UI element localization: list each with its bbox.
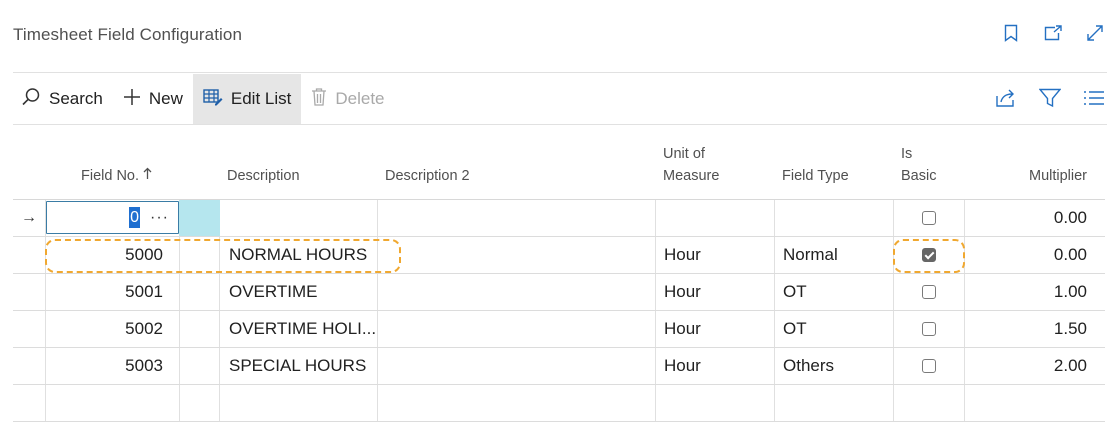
- delete-button[interactable]: Delete: [301, 74, 394, 124]
- field-no-cell[interactable]: 5002: [125, 311, 163, 347]
- table-row[interactable]: 5003 SPECIAL HOURS Hour Others 2.00: [13, 348, 1105, 385]
- column-header-field-no[interactable]: Field No.: [81, 165, 152, 187]
- table-row-new[interactable]: → 0 ··· 0.00: [13, 200, 1105, 237]
- new-button[interactable]: New: [113, 74, 193, 124]
- is-basic-checkbox[interactable]: [922, 248, 936, 262]
- multiplier-cell[interactable]: 2.00: [1054, 348, 1087, 384]
- filter-icon[interactable]: [1038, 86, 1062, 110]
- grid-header: Field No. Description Description 2 Unit…: [13, 142, 1105, 200]
- field-no-input-value: 0: [129, 207, 140, 228]
- field-no-cell[interactable]: 5001: [125, 274, 163, 310]
- multiplier-cell[interactable]: 0.00: [1054, 237, 1087, 273]
- field-type-cell[interactable]: Normal: [783, 237, 838, 273]
- delete-label: Delete: [335, 89, 385, 108]
- field-no-cell[interactable]: 5000: [125, 237, 163, 273]
- uom-cell[interactable]: Hour: [664, 348, 701, 384]
- divider: [13, 124, 1107, 125]
- table-row[interactable]: 5002 OVERTIME HOLI... Hour OT 1.50: [13, 311, 1105, 348]
- edit-list-icon: [203, 88, 223, 111]
- edit-list-label: Edit List: [230, 89, 292, 108]
- field-no-cell[interactable]: 5003: [125, 348, 163, 384]
- field-type-cell[interactable]: Others: [783, 348, 834, 384]
- multiplier-cell[interactable]: 0.00: [1054, 200, 1087, 236]
- table-row[interactable]: 5000 NORMAL HOURS Hour Normal 0.00: [13, 237, 1105, 274]
- is-basic-checkbox[interactable]: [922, 359, 936, 373]
- sort-ascending-icon: [143, 167, 152, 184]
- expand-icon[interactable]: [1084, 22, 1106, 44]
- is-basic-checkbox[interactable]: [922, 322, 936, 336]
- description-cell[interactable]: NORMAL HOURS: [229, 237, 367, 273]
- column-header-description-2[interactable]: Description 2: [385, 165, 470, 187]
- field-no-input[interactable]: 0 ···: [46, 201, 179, 234]
- column-header-description[interactable]: Description: [227, 165, 300, 187]
- search-label: Search: [49, 89, 103, 108]
- active-cell: [179, 200, 220, 236]
- table-row[interactable]: 5001 OVERTIME Hour OT 1.00: [13, 274, 1105, 311]
- header-icons: [1000, 22, 1106, 44]
- uom-cell[interactable]: Hour: [664, 274, 701, 310]
- description-cell[interactable]: OVERTIME HOLI...: [229, 311, 376, 347]
- plus-icon: [123, 88, 141, 111]
- trash-icon: [311, 87, 327, 112]
- is-basic-checkbox[interactable]: [922, 211, 936, 225]
- list-view-icon[interactable]: [1082, 86, 1106, 110]
- multiplier-cell[interactable]: 1.50: [1054, 311, 1087, 347]
- search-button[interactable]: Search: [13, 74, 113, 124]
- uom-cell[interactable]: Hour: [664, 237, 701, 273]
- column-header-field-type[interactable]: Field Type: [782, 165, 849, 187]
- lookup-ellipsis-button[interactable]: ···: [150, 202, 169, 233]
- is-basic-checkbox[interactable]: [922, 285, 936, 299]
- description-cell[interactable]: OVERTIME: [229, 274, 317, 310]
- search-icon: [21, 87, 41, 112]
- field-type-cell[interactable]: OT: [783, 274, 807, 310]
- uom-cell[interactable]: Hour: [664, 311, 701, 347]
- share-icon[interactable]: [994, 86, 1018, 110]
- description-cell[interactable]: SPECIAL HOURS: [229, 348, 366, 384]
- field-type-cell[interactable]: OT: [783, 311, 807, 347]
- column-header-is-basic[interactable]: Is Basic: [901, 143, 936, 187]
- list-actions: [994, 86, 1106, 110]
- open-new-window-icon[interactable]: [1042, 22, 1064, 44]
- data-grid: Field No. Description Description 2 Unit…: [13, 142, 1105, 422]
- new-label: New: [148, 89, 183, 108]
- page-title: Timesheet Field Configuration: [13, 25, 243, 44]
- edit-list-button[interactable]: Edit List: [192, 74, 302, 124]
- divider: [13, 72, 1107, 73]
- column-header-multiplier[interactable]: Multiplier: [1029, 165, 1087, 187]
- table-row-empty[interactable]: [13, 385, 1105, 422]
- column-header-unit-of-measure[interactable]: Unit of Measure: [663, 143, 719, 187]
- bookmark-icon[interactable]: [1000, 22, 1022, 44]
- multiplier-cell[interactable]: 1.00: [1054, 274, 1087, 310]
- action-bar: Search New Edit List Delete: [13, 74, 395, 124]
- row-indicator-arrow-icon: →: [21, 209, 37, 226]
